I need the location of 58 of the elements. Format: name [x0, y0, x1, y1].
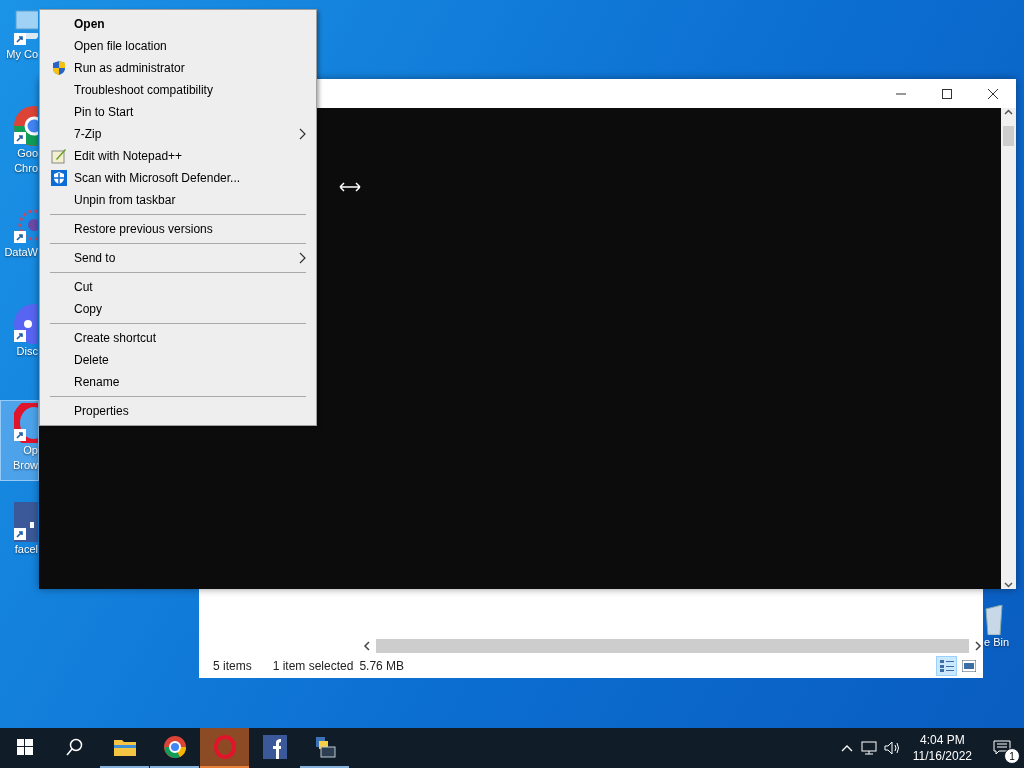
maximize-icon	[942, 88, 952, 99]
scroll-down-icon[interactable]	[1004, 580, 1013, 589]
menu-item[interactable]: Pin to Start	[42, 101, 314, 123]
opera-icon	[212, 735, 237, 759]
scroll-thumb[interactable]	[1003, 126, 1014, 146]
menu-item[interactable]: Delete	[42, 349, 314, 371]
shortcut-label: My Co	[6, 47, 38, 62]
scroll-right-icon[interactable]	[973, 641, 983, 651]
app-icon	[14, 502, 38, 542]
resize-cursor-icon	[339, 182, 361, 192]
menu-item[interactable]: Rename	[42, 371, 314, 393]
shortcut-label: e Bin	[984, 635, 1010, 650]
chrome-icon	[162, 735, 187, 759]
menu-item[interactable]: Cut	[42, 276, 314, 298]
search-icon	[65, 738, 84, 756]
menu-item[interactable]: Create shortcut	[42, 327, 314, 349]
status-text: 5.76 MB	[359, 658, 405, 673]
notification-button[interactable]: 1	[980, 728, 1024, 768]
shortcut-label: Op	[23, 443, 38, 458]
defender-icon	[51, 170, 67, 186]
shortcut-label: Brow	[12, 458, 38, 473]
close-icon	[988, 88, 998, 99]
app-icon	[14, 7, 38, 47]
shield-icon	[51, 60, 67, 76]
menu-item[interactable]: Send to	[42, 247, 314, 269]
shortcut-label: DataW	[4, 245, 38, 260]
menu-item[interactable]: Edit with Notepad++	[42, 145, 314, 167]
app-icon	[14, 403, 38, 443]
facebook-icon	[262, 735, 287, 759]
horizontal-scrollbar[interactable]	[362, 639, 983, 653]
menu-item[interactable]: Copy	[42, 298, 314, 320]
folder-icon	[112, 737, 137, 757]
shortcut-label: Disc	[16, 344, 38, 359]
menu-item[interactable]: Run as administrator	[42, 57, 314, 79]
vertical-scrollbar[interactable]	[1001, 108, 1016, 589]
menu-item[interactable]: 7-Zip	[42, 123, 314, 145]
shortcut-label: Goo	[17, 146, 38, 161]
menu-item[interactable]: Unpin from taskbar	[42, 189, 314, 211]
chevron-right-icon	[299, 128, 306, 140]
chat-icon	[993, 740, 1011, 756]
menu-item[interactable]: Properties	[42, 400, 314, 422]
menu-item[interactable]: Open file location	[42, 35, 314, 57]
status-text: 5 items	[213, 658, 252, 673]
scroll-up-icon[interactable]	[1004, 108, 1013, 117]
menu-item[interactable]: Restore previous versions	[42, 218, 314, 240]
clock[interactable]: 4:04 PM 11/16/2022	[904, 728, 980, 768]
menu-item[interactable]: Scan with Microsoft Defender...	[42, 167, 314, 189]
details-view-button[interactable]	[936, 655, 957, 676]
notepad-icon	[51, 148, 67, 164]
chevron-right-icon	[299, 252, 306, 264]
scroll-left-icon[interactable]	[362, 641, 372, 651]
menu-item[interactable]: Open	[42, 13, 314, 35]
windows-logo-icon	[16, 739, 33, 755]
shortcut-label: facel	[14, 542, 38, 557]
shortcut-label: Chro	[14, 161, 38, 176]
status-text: 1 item selected	[272, 658, 354, 673]
desktop-shortcut[interactable]: DataW	[0, 202, 39, 283]
desktop-shortcut[interactable]: facel	[0, 499, 39, 580]
